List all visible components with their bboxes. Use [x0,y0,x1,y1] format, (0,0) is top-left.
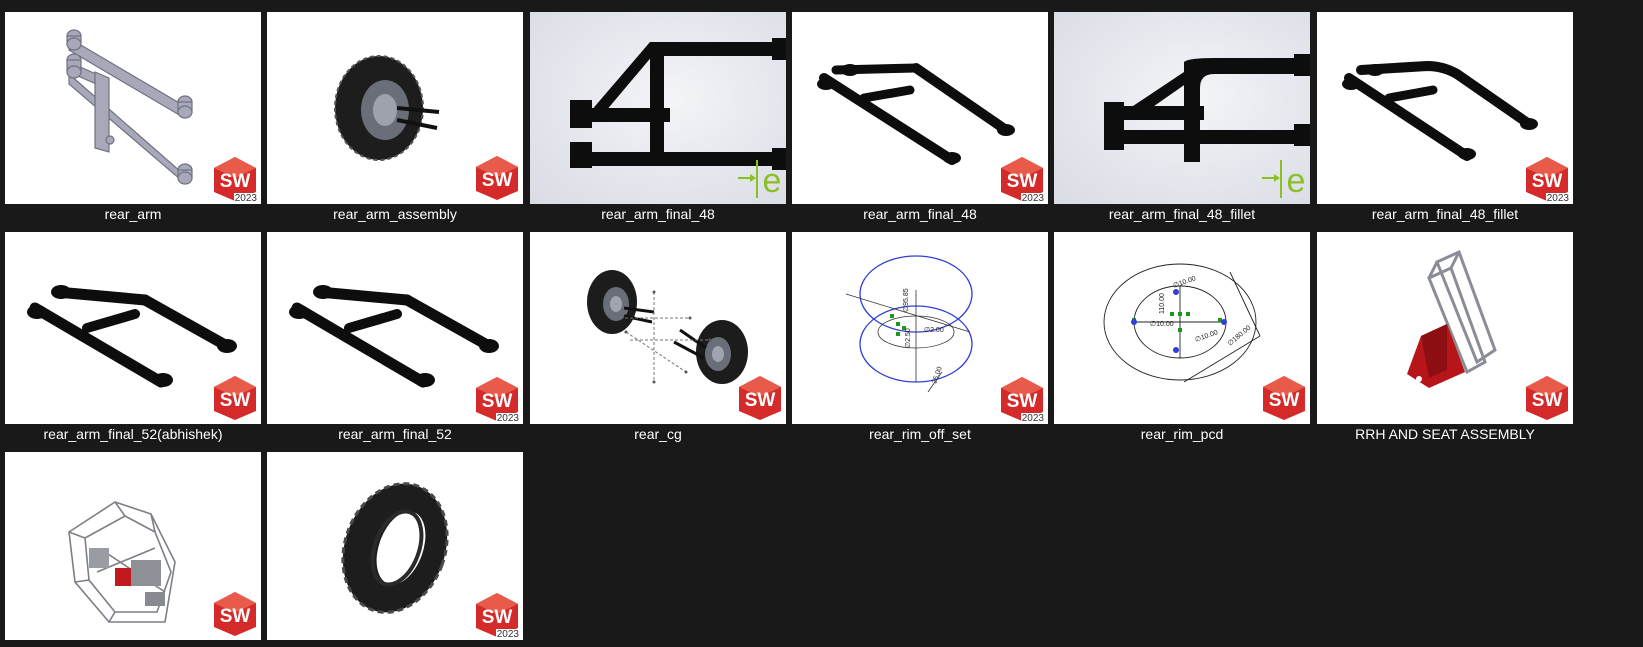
version-year: 2023 [495,629,520,640]
svg-text:25.00: 25.00 [931,366,944,385]
top-strip [0,0,1643,10]
svg-text:SW: SW [1269,390,1300,411]
file-thumbnail[interactable]: SW 2023 [792,12,1048,204]
svg-text:e: e [763,162,782,200]
svg-text:110.00: 110.00 [1159,293,1166,314]
svg-text:SW: SW [482,170,513,191]
file-thumbnail[interactable]: SW 2023 [5,12,261,204]
solidworks-icon: SW [476,156,518,200]
file-thumbnail[interactable]: SW [1317,232,1573,424]
file-thumbnail[interactable]: SW 2023 [1317,12,1573,204]
svg-text:SW: SW [1007,391,1038,412]
svg-text:SW: SW [1532,171,1563,192]
svg-text:SW: SW [482,391,513,412]
version-year: 2023 [1545,193,1570,204]
svg-text:SW: SW [482,607,513,628]
svg-text:∅2.00: ∅2.00 [924,327,944,334]
file-thumbnail[interactable]: SW [530,232,786,424]
solidworks-icon: SW [1526,376,1568,420]
file-thumbnail[interactable]: SW [5,232,261,424]
edrawings-icon: e [1262,160,1306,200]
file-name[interactable]: rear_arm_final_52 [267,426,523,443]
svg-text:e: e [1287,162,1306,200]
edrawings-icon: e [738,160,782,200]
svg-text:∅10.00: ∅10.00 [1194,329,1219,344]
svg-text:∅95.85: ∅95.85 [903,288,910,312]
solidworks-icon: SW [214,592,256,636]
file-thumbnail[interactable]: SW [5,452,261,640]
svg-text:SW: SW [1532,390,1563,411]
file-thumbnail[interactable]: e [530,12,786,204]
file-thumbnail[interactable]: SW 2023 [267,452,523,640]
file-thumbnail[interactable]: ∅10.00 110.00 ∅10.00 ∅10.00 ∅180.00 SW [1054,232,1310,424]
scrollbar[interactable] [1637,0,1643,647]
file-name[interactable]: rear_arm_final_52(abhishek) [5,426,261,443]
svg-text:SW: SW [220,606,251,627]
file-name[interactable]: rear_arm_final_48_fillet [1317,206,1573,223]
file-name[interactable]: rear_rim_pcd [1054,426,1310,443]
version-year: 2023 [495,413,520,424]
version-year: 2023 [1020,193,1045,204]
svg-text:∅180.00: ∅180.00 [1227,324,1253,347]
svg-text:∅10.00: ∅10.00 [1150,321,1174,328]
svg-text:SW: SW [220,390,251,411]
file-thumbnail[interactable]: ∅95.85 ∅2.00 ∅2.50 25.00 SW 2023 [792,232,1048,424]
file-name[interactable]: RRH AND SEAT ASSEMBLY [1317,426,1573,443]
solidworks-icon: SW [1263,376,1305,420]
file-name[interactable]: rear_rim_off_set [792,426,1048,443]
file-name[interactable]: rear_cg [530,426,786,443]
version-year: 2023 [1020,413,1045,424]
file-name[interactable]: rear_arm_final_48 [530,206,786,223]
file-thumbnail[interactable]: SW [267,12,523,204]
svg-text:SW: SW [745,390,776,411]
version-year: 2023 [233,193,258,204]
file-thumbnail[interactable]: e [1054,12,1310,204]
file-name[interactable]: rear_arm_final_48 [792,206,1048,223]
svg-text:SW: SW [1007,171,1038,192]
file-name[interactable]: rear_arm_final_48_fillet [1054,206,1310,223]
solidworks-icon: SW [739,376,781,420]
file-thumbnail[interactable]: SW 2023 [267,232,523,424]
solidworks-icon: SW [214,376,256,420]
file-name[interactable]: rear_arm [5,206,261,223]
file-name[interactable]: rear_arm_assembly [267,206,523,223]
svg-text:∅2.50: ∅2.50 [905,328,912,348]
svg-text:SW: SW [220,171,251,192]
